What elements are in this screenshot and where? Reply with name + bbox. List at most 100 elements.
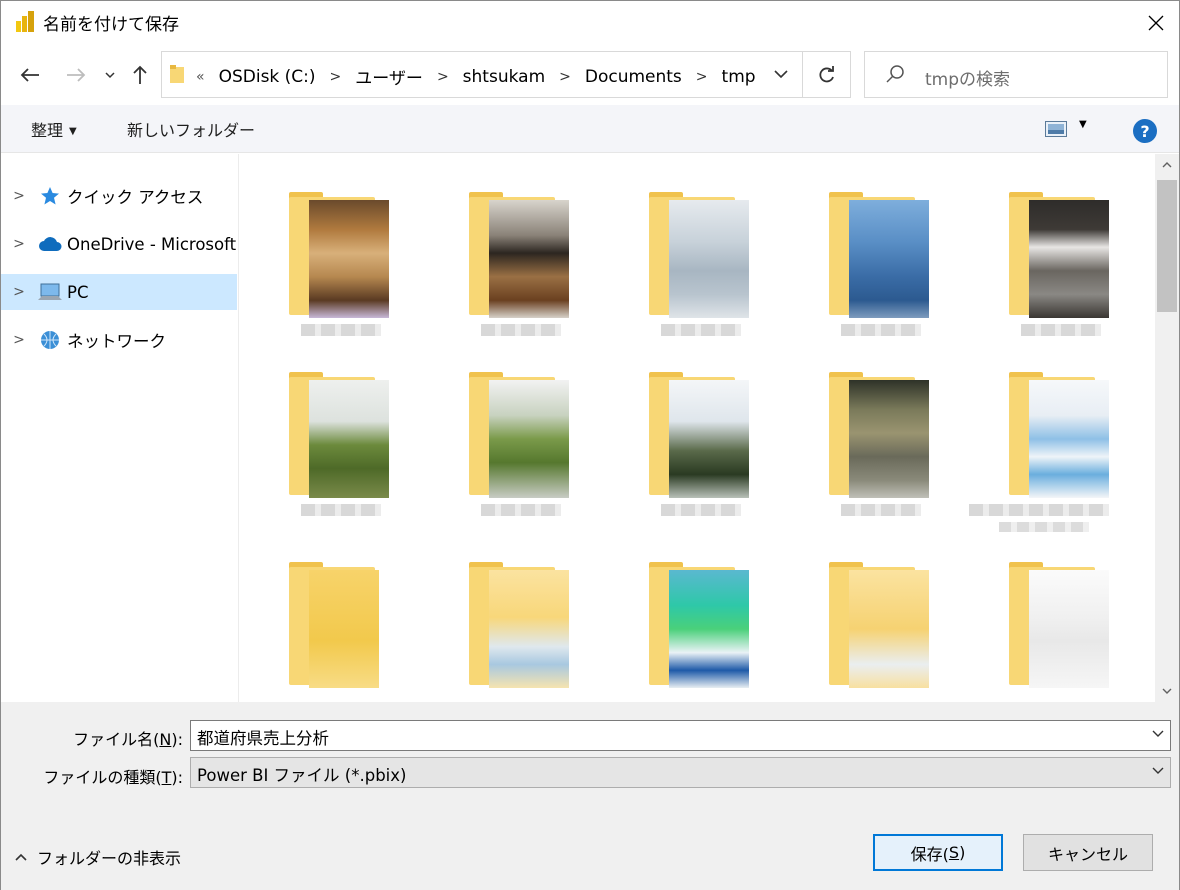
refresh-icon (819, 65, 834, 82)
cancel-button[interactable]: キャンセル (1023, 834, 1153, 871)
breadcrumb-item[interactable]: tmp (722, 67, 756, 87)
chevron-down-icon[interactable] (1152, 764, 1164, 778)
nav-label: OneDrive - Microsoft (67, 234, 237, 254)
network-icon (37, 330, 63, 350)
folder-item[interactable] (599, 172, 749, 352)
breadcrumb-item[interactable]: ユーザー (355, 64, 423, 89)
folder-name-obscured (661, 504, 741, 516)
nav-item-network[interactable]: > ネットワーク (1, 322, 237, 358)
nav-item-onedrive[interactable]: > OneDrive - Microsoft (1, 226, 237, 262)
address-bar[interactable]: « OSDisk (C:) > ユーザー > shtsukam > Docume… (161, 51, 851, 98)
folder-name-obscured (301, 504, 381, 516)
folder-item[interactable] (239, 352, 389, 532)
scroll-down-icon[interactable] (1155, 680, 1179, 702)
file-list (239, 154, 1155, 702)
chevron-right-icon[interactable]: > (1, 188, 37, 204)
breadcrumb-separator-icon[interactable]: > (437, 69, 449, 85)
folder-thumbnail (309, 570, 379, 688)
power-bi-icon (16, 11, 34, 32)
chevron-right-icon[interactable]: > (1, 284, 37, 300)
folder-name-obscured (999, 522, 1089, 532)
folder-item[interactable] (779, 542, 929, 702)
folder-thumbnail (309, 380, 389, 498)
nav-label: PC (67, 282, 89, 302)
caret-down-icon: ▼ (69, 126, 77, 137)
breadcrumb-item[interactable]: shtsukam (463, 67, 545, 87)
nav-item-quick-access[interactable]: > クイック アクセス (1, 178, 237, 214)
back-button[interactable] (15, 57, 45, 93)
filename-field[interactable]: 都道府県売上分析 (190, 720, 1171, 751)
breadcrumb-item[interactable]: Documents (585, 67, 682, 87)
folder-name-obscured (1021, 324, 1101, 336)
chevron-down-icon (105, 72, 115, 79)
save-button[interactable]: 保存(S) (873, 834, 1003, 871)
new-folder-label: 新しいフォルダー (127, 121, 256, 140)
save-as-dialog: 名前を付けて保存 « OSDisk (C:) > ユーザー > shtsukam… (0, 0, 1180, 890)
nav-item-pc[interactable]: > PC (1, 274, 237, 310)
breadcrumb-separator-icon[interactable]: > (696, 69, 708, 85)
arrow-up-icon (133, 65, 147, 84)
recent-locations-button[interactable] (97, 57, 123, 93)
close-icon (1148, 15, 1164, 31)
folder-item[interactable] (419, 172, 569, 352)
up-button[interactable] (125, 57, 155, 93)
chevron-right-icon[interactable]: > (1, 332, 37, 348)
caret-down-icon[interactable]: ▼ (1079, 119, 1087, 130)
folder-item[interactable] (599, 542, 749, 702)
save-form: ファイル名(N): 都道府県売上分析 ファイルの種類(T): Power BI … (1, 702, 1179, 890)
folder-item[interactable] (959, 352, 1109, 532)
folder-thumbnail (489, 380, 569, 498)
new-folder-button[interactable]: 新しいフォルダー (127, 117, 255, 141)
view-options-icon[interactable] (1045, 121, 1067, 137)
help-icon[interactable]: ? (1133, 119, 1157, 143)
close-button[interactable] (1133, 1, 1179, 45)
chevron-right-icon[interactable]: > (1, 236, 37, 252)
folder-item[interactable] (419, 352, 569, 532)
address-row: « OSDisk (C:) > ユーザー > shtsukam > Docume… (1, 45, 1179, 105)
star-icon (37, 186, 63, 206)
chevron-down-icon[interactable] (1152, 727, 1164, 741)
filename-label: ファイル名(N): (73, 730, 183, 749)
folder-thumbnail (1029, 380, 1109, 498)
filetype-value: Power BI ファイル (*.pbix) (197, 766, 407, 785)
nav-label: クイック アクセス (67, 188, 204, 207)
search-input[interactable]: tmpの検索 (864, 51, 1168, 98)
hide-folders-toggle[interactable]: フォルダーの非表示 (15, 845, 181, 869)
nav-label: ネットワーク (67, 332, 166, 351)
folder-thumbnail (1029, 200, 1109, 318)
folder-item[interactable] (599, 352, 749, 532)
scroll-up-icon[interactable] (1155, 154, 1179, 176)
dialog-title: 名前を付けて保存 (43, 15, 179, 35)
breadcrumb-item[interactable]: OSDisk (C:) (219, 67, 316, 87)
folder-item[interactable] (779, 352, 929, 532)
folder-item[interactable] (779, 172, 929, 352)
command-bar: 整理 ▼ 新しいフォルダー ▼ ? (1, 105, 1179, 153)
forward-button[interactable] (61, 57, 91, 93)
breadcrumb-separator-icon[interactable]: > (559, 69, 571, 85)
folder-thumbnail (1029, 570, 1109, 688)
navigation-pane: > クイック アクセス > OneDrive - Microsoft > PC … (1, 154, 239, 702)
folder-name-obscured (841, 504, 921, 516)
address-history-button[interactable] (760, 52, 802, 97)
folder-name-obscured (969, 504, 1109, 516)
folder-name-obscured (841, 324, 921, 336)
folder-item[interactable] (959, 542, 1109, 702)
folder-icon (170, 65, 184, 83)
filetype-select[interactable]: Power BI ファイル (*.pbix) (190, 757, 1171, 788)
arrow-left-icon (20, 68, 39, 82)
title-bar: 名前を付けて保存 (1, 1, 1179, 45)
chevron-up-icon (15, 850, 27, 864)
breadcrumb-separator-icon[interactable]: > (330, 69, 342, 85)
breadcrumb-overflow[interactable]: « (196, 69, 205, 85)
organize-label: 整理 (31, 121, 64, 140)
folder-item[interactable] (239, 172, 389, 352)
refresh-button[interactable] (802, 52, 851, 97)
vertical-scrollbar[interactable] (1155, 154, 1179, 702)
breadcrumb: « OSDisk (C:) > ユーザー > shtsukam > Docume… (196, 64, 756, 90)
organize-menu[interactable]: 整理 ▼ (31, 117, 77, 141)
folder-item[interactable] (419, 542, 569, 702)
scrollbar-thumb[interactable] (1157, 180, 1177, 312)
folder-thumbnail (669, 570, 749, 688)
folder-item[interactable] (239, 542, 389, 702)
folder-item[interactable] (959, 172, 1109, 352)
